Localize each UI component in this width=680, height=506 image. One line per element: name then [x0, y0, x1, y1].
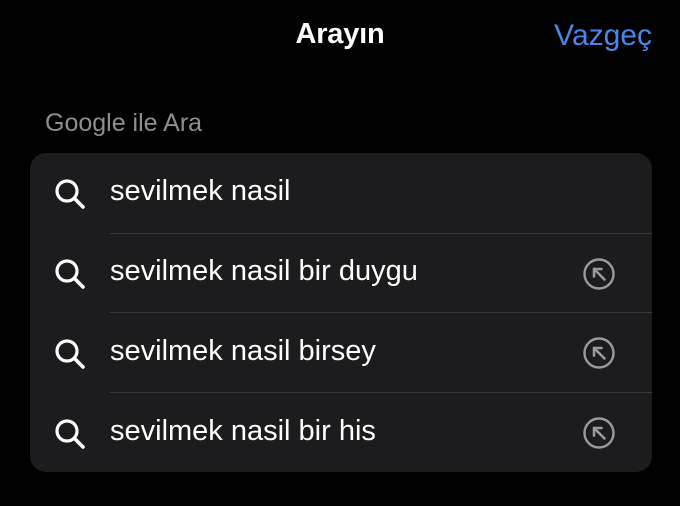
suggestion-row[interactable]: sevilmek nasil birsey: [30, 313, 652, 393]
fill-search-arrow-icon[interactable]: [582, 416, 616, 450]
suggestion-label: sevilmek nasil birsey: [110, 335, 376, 367]
search-icon: [55, 339, 85, 369]
suggestion-row[interactable]: sevilmek nasil bir his: [30, 393, 652, 472]
navigation-bar: Arayın Vazgeç: [0, 0, 680, 80]
suggestion-label: sevilmek nasil bir duygu: [110, 255, 418, 287]
search-screen: Arayın Vazgeç Google ile Ara sevilmek na…: [0, 0, 680, 506]
search-icon: [55, 259, 85, 289]
suggestions-list: sevilmek nasil sevilmek nasil bir duygu …: [30, 153, 652, 472]
suggestion-row[interactable]: sevilmek nasil bir duygu: [30, 233, 652, 313]
fill-search-arrow-icon[interactable]: [582, 257, 616, 291]
section-header: Google ile Ara: [45, 109, 203, 137]
fill-search-arrow-icon[interactable]: [582, 336, 616, 370]
cancel-button[interactable]: Vazgeç: [554, 19, 652, 53]
search-icon: [55, 179, 85, 209]
suggestion-label: sevilmek nasil: [110, 175, 291, 207]
suggestion-label: sevilmek nasil bir his: [110, 415, 376, 447]
suggestion-row[interactable]: sevilmek nasil: [30, 153, 652, 233]
search-icon: [55, 419, 85, 449]
